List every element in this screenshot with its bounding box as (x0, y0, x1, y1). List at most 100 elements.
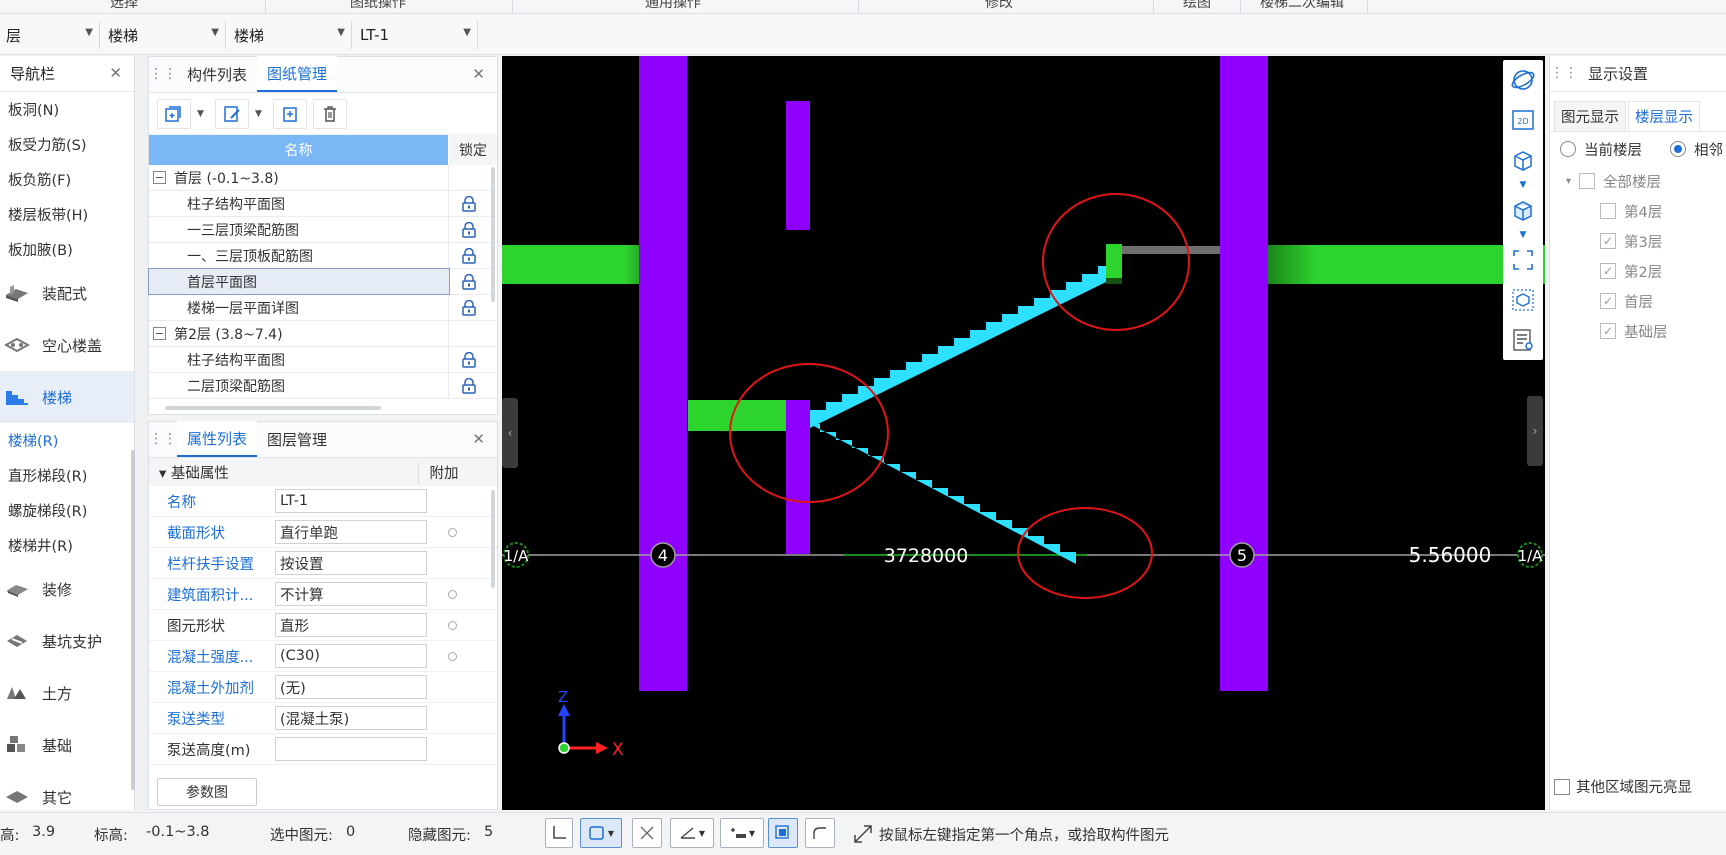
extra-radio-icon[interactable] (447, 589, 457, 599)
ribbon-group-drawing[interactable]: 图纸操作 (350, 0, 406, 12)
stair-top-shadow[interactable] (1106, 278, 1122, 284)
drawing-canvas[interactable]: 4 5 1/A 1/A 3728000 5.56000 X Z ‹ › (502, 56, 1545, 810)
lock-cell[interactable] (449, 191, 489, 216)
nav-item-slab-haunch[interactable]: 板加腋(B) (0, 232, 134, 267)
chevron-down-icon[interactable]: ▾ (1566, 176, 1571, 187)
floor-tree-item[interactable]: ✓ 第3层 (1550, 226, 1726, 256)
column-axis-4[interactable] (639, 56, 687, 691)
checkbox-other-area[interactable] (1554, 778, 1570, 795)
chevron-down-icon[interactable]: ▼ (1503, 180, 1543, 190)
property-value-input[interactable]: 直形 (275, 613, 427, 637)
nav-item-straight-flight[interactable]: 直形梯段(R) (0, 458, 134, 493)
other-area-highlight[interactable]: 其他区域图元亮显 (1554, 776, 1692, 797)
drag-grip-icon[interactable]: ⋮⋮ (149, 56, 177, 92)
extra-radio-icon[interactable] (447, 527, 457, 537)
nav-cat-hollow-floor[interactable]: 空心楼盖 (0, 319, 134, 371)
view-list-button[interactable] (1503, 320, 1543, 360)
property-value-input[interactable]: 直行单跑 (275, 520, 427, 544)
delete-drawing-button[interactable] (313, 98, 347, 129)
ribbon-group-select[interactable]: 选择 (110, 0, 138, 12)
chevron-down-icon[interactable]: ▼ (255, 109, 267, 119)
close-icon[interactable]: ✕ (472, 430, 485, 448)
collapse-left-tab[interactable]: ‹ (502, 398, 518, 468)
tab-element-display[interactable]: 图元显示 (1554, 101, 1626, 131)
floor-checkbox[interactable]: ✓ (1600, 293, 1616, 309)
edit-drawing-button[interactable] (215, 98, 249, 129)
property-value-input[interactable]: LT-1 (275, 489, 427, 513)
property-extra-cell[interactable] (427, 589, 477, 599)
ribbon-group-draw[interactable]: 绘图 (1183, 0, 1211, 12)
view-2d-button[interactable]: 2D (1503, 100, 1543, 140)
drawing-row[interactable]: 柱子结构平面图 (149, 191, 497, 217)
floor-checkbox[interactable] (1600, 203, 1616, 219)
ribbon-group-general[interactable]: 通用操作 (645, 0, 701, 12)
ribbon-group-modify[interactable]: 修改 (985, 0, 1013, 12)
view-3d-button[interactable] (1503, 140, 1543, 180)
drawing-scrollbar[interactable] (491, 167, 495, 302)
drawing-row[interactable]: 柱子结构平面图 (149, 347, 497, 373)
nav-cat-stairs[interactable]: 楼梯 (0, 371, 134, 423)
category-select[interactable]: 楼梯 ▼ (102, 21, 226, 49)
extra-radio-icon[interactable] (447, 651, 457, 661)
drawing-row[interactable]: 楼梯一层平面详图 (149, 295, 497, 321)
stair-flight-lower[interactable] (810, 424, 1076, 564)
checkbox-all-floors[interactable] (1579, 173, 1596, 189)
property-value-input[interactable]: (混凝土泵) (275, 706, 427, 730)
fit-view-button[interactable] (1503, 240, 1543, 280)
property-section-header[interactable]: ▾ 基础属性 附加 (149, 458, 497, 486)
property-extra-cell[interactable] (427, 527, 477, 537)
lock-cell[interactable] (449, 217, 489, 242)
beam-right[interactable] (1242, 245, 1545, 284)
collapse-right-tab[interactable]: › (1527, 396, 1543, 466)
floor-checkbox[interactable]: ✓ (1600, 263, 1616, 279)
nav-item-slab-neg-rebar[interactable]: 板负筋(F) (0, 162, 134, 197)
nav-item-slab-hole[interactable]: 板洞(N) (0, 92, 134, 127)
floor-tree-item[interactable]: ✓ 首层 (1550, 286, 1726, 316)
col-name[interactable]: 名称 (149, 135, 449, 165)
beam-landing[interactable] (688, 400, 788, 431)
markup-circle-bottom[interactable] (1017, 507, 1153, 599)
canvas-drawing[interactable]: 4 5 1/A 1/A 3728000 5.56000 X Z (502, 56, 1545, 810)
cross-select-button[interactable] (632, 818, 662, 848)
tab-component-list[interactable]: 构件列表 (177, 56, 257, 92)
floor-select[interactable]: 层 ▼ (0, 21, 100, 49)
nav-cat-prefab[interactable]: 装配式 (0, 267, 134, 319)
display-toggle-button[interactable] (768, 818, 798, 848)
property-extra-cell[interactable] (427, 651, 477, 661)
tab-layer-management[interactable]: 图层管理 (257, 421, 337, 457)
floor-group-row[interactable]: − 第2层 (3.8~7.4) (149, 321, 497, 347)
property-value-input[interactable]: (C30) (275, 644, 427, 668)
ribbon-group-stair-edit[interactable]: 楼梯二次编辑 (1260, 0, 1344, 12)
lock-cell[interactable] (449, 295, 489, 320)
drag-grip-icon[interactable]: ⋮⋮ (149, 421, 177, 457)
property-scrollbar[interactable] (491, 490, 495, 588)
add-drawing-button[interactable] (157, 98, 191, 129)
extra-radio-icon[interactable] (447, 620, 457, 630)
component-select[interactable]: LT-1 ▼ (354, 21, 478, 49)
nav-item-spiral-flight[interactable]: 螺旋梯段(R) (0, 493, 134, 528)
chevron-down-icon[interactable]: ▼ (1503, 230, 1543, 240)
lock-cell[interactable] (449, 269, 489, 294)
floor-tree-item[interactable]: ✓ 基础层 (1550, 316, 1726, 346)
property-value-input[interactable] (275, 737, 427, 761)
nav-item-stair-well[interactable]: 楼梯井(R) (0, 528, 134, 563)
collapse-icon[interactable]: − (153, 171, 166, 184)
split-drawing-button[interactable] (273, 98, 307, 129)
orbit-button[interactable] (1503, 60, 1543, 100)
lock-cell[interactable] (449, 165, 489, 190)
snap-button[interactable]: ▼ (580, 818, 622, 848)
lock-cell[interactable] (449, 321, 489, 346)
nav-item-floor-band[interactable]: 楼层板带(H) (0, 197, 134, 232)
nav-item-stair[interactable]: 楼梯(R) (0, 423, 134, 458)
property-value-input[interactable]: 不计算 (275, 582, 427, 606)
nav-cat-decoration[interactable]: 装修 (0, 563, 134, 615)
drawing-row[interactable]: 首层平面图 (148, 268, 497, 295)
column-small-mid[interactable] (786, 400, 810, 554)
nav-item-slab-rebar[interactable]: 板受力筋(S) (0, 127, 134, 162)
drawing-hscrollbar[interactable] (165, 406, 381, 410)
offset-button[interactable]: ▼ (720, 818, 764, 848)
lock-cell[interactable] (449, 243, 489, 268)
drawing-row[interactable]: 二层顶梁配筋图 (149, 373, 497, 399)
tab-property-list[interactable]: 属性列表 (177, 421, 258, 457)
chevron-down-icon[interactable]: ▼ (197, 109, 209, 119)
